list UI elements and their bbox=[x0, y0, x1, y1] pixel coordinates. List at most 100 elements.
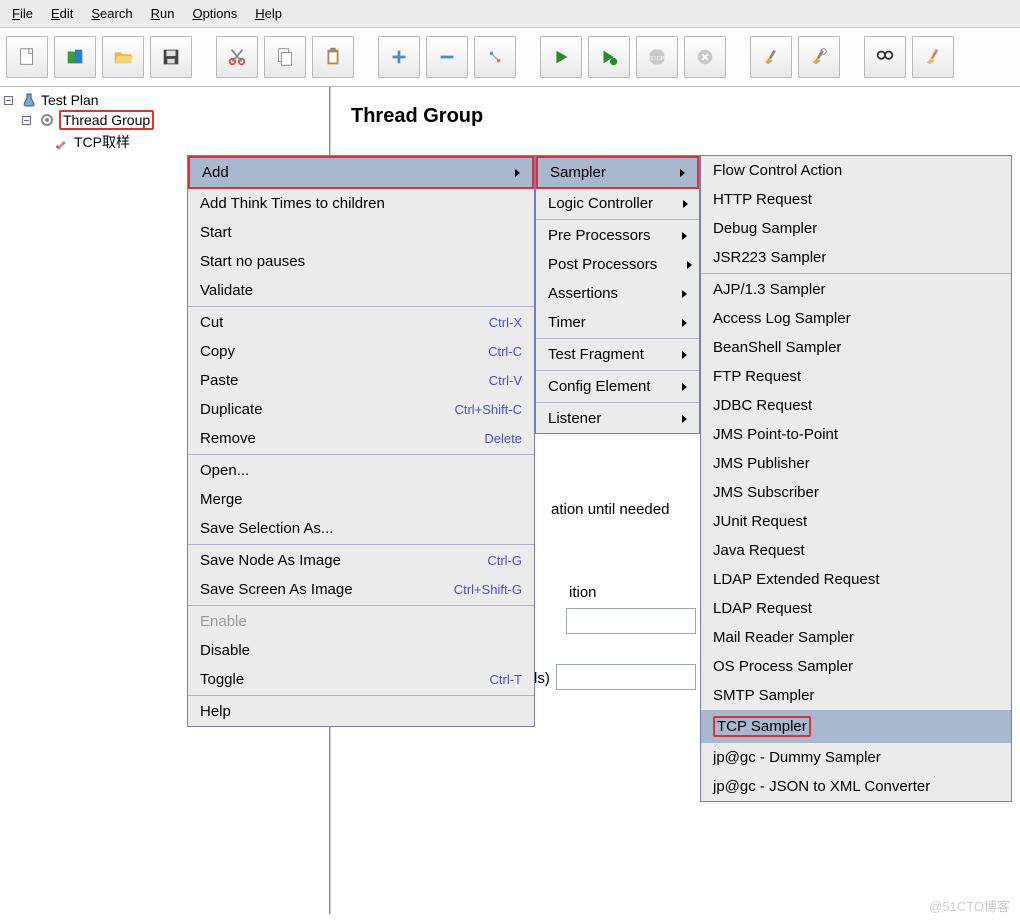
sampler-bean[interactable]: BeanShell Sampler bbox=[701, 333, 1011, 362]
menu-file[interactable]: FFileile bbox=[12, 6, 33, 21]
ctx-add[interactable]: Add bbox=[188, 156, 534, 189]
ctx-copy[interactable]: CopyCtrl-C bbox=[188, 337, 534, 366]
sampler-jmspub[interactable]: JMS Publisher bbox=[701, 449, 1011, 478]
run-button[interactable] bbox=[540, 36, 582, 78]
ctx-help[interactable]: Help bbox=[188, 697, 534, 726]
tree-tcp-label: TCP取样 bbox=[74, 132, 130, 152]
sub-sampler[interactable]: Sampler bbox=[536, 156, 699, 189]
sampler-jmssub[interactable]: JMS Subscriber bbox=[701, 478, 1011, 507]
input-field[interactable] bbox=[566, 608, 696, 634]
ctx-merge[interactable]: Merge bbox=[188, 485, 534, 514]
ctx-savesel[interactable]: Save Selection As... bbox=[188, 514, 534, 543]
sub-listener[interactable]: Listener bbox=[536, 404, 699, 433]
watermark: @51CTO博客 bbox=[929, 896, 1010, 915]
sampler-smtp[interactable]: SMTP Sampler bbox=[701, 681, 1011, 710]
menu-options[interactable]: Options bbox=[192, 6, 237, 21]
sampler-ajp[interactable]: AJP/1.3 Sampler bbox=[701, 275, 1011, 304]
sampler-junit[interactable]: JUnit Request bbox=[701, 507, 1011, 536]
paste-button[interactable] bbox=[312, 36, 354, 78]
sampler-os[interactable]: OS Process Sampler bbox=[701, 652, 1011, 681]
arrow-icon bbox=[682, 319, 687, 327]
cut-button[interactable] bbox=[216, 36, 258, 78]
sampler-acc[interactable]: Access Log Sampler bbox=[701, 304, 1011, 333]
collapse-button[interactable] bbox=[426, 36, 468, 78]
sampler-json[interactable]: jp@gc - JSON to XML Converter bbox=[701, 772, 1011, 801]
ctx-start[interactable]: Start bbox=[188, 218, 534, 247]
sampler-tcp[interactable]: TCP Sampler bbox=[701, 710, 1011, 743]
toggle-icon[interactable] bbox=[4, 96, 13, 105]
arrow-icon bbox=[680, 169, 685, 177]
search-button[interactable] bbox=[864, 36, 906, 78]
ctx-cut[interactable]: CutCtrl-X bbox=[188, 308, 534, 337]
sampler-jmspp[interactable]: JMS Point-to-Point bbox=[701, 420, 1011, 449]
menu-search[interactable]: Search bbox=[91, 6, 132, 21]
sampler-ldap[interactable]: LDAP Request bbox=[701, 594, 1011, 623]
tree-thread-group[interactable]: Thread Group bbox=[4, 109, 325, 131]
menubar: FFileile Edit Search Run Options Help bbox=[0, 0, 1020, 28]
arrow-icon bbox=[682, 383, 687, 391]
sub-assert[interactable]: Assertions bbox=[536, 279, 699, 308]
tree-thread-group-label: Thread Group bbox=[59, 110, 154, 130]
sampler-http[interactable]: HTTP Request bbox=[701, 185, 1011, 214]
sampler-jdbc[interactable]: JDBC Request bbox=[701, 391, 1011, 420]
sub-config[interactable]: Config Element bbox=[536, 372, 699, 401]
ctx-enable: Enable bbox=[188, 607, 534, 636]
copy-button[interactable] bbox=[264, 36, 306, 78]
ctx-start-np[interactable]: Start no pauses bbox=[188, 247, 534, 276]
submenu-add: Sampler Logic Controller Pre Processors … bbox=[535, 155, 700, 434]
ctx-paste[interactable]: PasteCtrl-V bbox=[188, 366, 534, 395]
toggle-icon[interactable] bbox=[22, 116, 31, 125]
menu-help[interactable]: Help bbox=[255, 6, 282, 21]
ctx-think[interactable]: Add Think Times to children bbox=[188, 189, 534, 218]
sampler-icon bbox=[54, 134, 70, 150]
menu-edit[interactable]: Edit bbox=[51, 6, 73, 21]
bg-text: ition bbox=[569, 584, 597, 601]
tree-tcp-sampler[interactable]: TCP取样 bbox=[4, 131, 325, 153]
sampler-java[interactable]: Java Request bbox=[701, 536, 1011, 565]
stop-button[interactable]: STOP bbox=[636, 36, 678, 78]
ctx-validate[interactable]: Validate bbox=[188, 276, 534, 305]
run-notimers-button[interactable] bbox=[588, 36, 630, 78]
sub-pre[interactable]: Pre Processors bbox=[536, 221, 699, 250]
bg-text: ation until needed bbox=[551, 501, 669, 518]
shutdown-button[interactable] bbox=[684, 36, 726, 78]
new-button[interactable] bbox=[6, 36, 48, 78]
sampler-jsr[interactable]: JSR223 Sampler bbox=[701, 243, 1011, 272]
ctx-savenode[interactable]: Save Node As ImageCtrl-G bbox=[188, 546, 534, 575]
arrow-icon bbox=[682, 415, 687, 423]
reset-search-button[interactable] bbox=[912, 36, 954, 78]
save-button[interactable] bbox=[150, 36, 192, 78]
sampler-mail[interactable]: Mail Reader Sampler bbox=[701, 623, 1011, 652]
arrow-icon bbox=[683, 200, 688, 208]
clear-all-button[interactable] bbox=[798, 36, 840, 78]
sampler-ldapex[interactable]: LDAP Extended Request bbox=[701, 565, 1011, 594]
expand-button[interactable] bbox=[378, 36, 420, 78]
tree-root[interactable]: Test Plan bbox=[4, 91, 325, 109]
ctx-remove[interactable]: RemoveDelete bbox=[188, 424, 534, 453]
sub-frag[interactable]: Test Fragment bbox=[536, 340, 699, 369]
tree-root-label: Test Plan bbox=[41, 92, 99, 108]
ctx-toggle[interactable]: ToggleCtrl-T bbox=[188, 665, 534, 694]
arrow-icon bbox=[515, 169, 520, 177]
open-button[interactable] bbox=[102, 36, 144, 78]
sub-logic[interactable]: Logic Controller bbox=[536, 189, 699, 218]
menu-run[interactable]: Run bbox=[151, 6, 175, 21]
templates-button[interactable] bbox=[54, 36, 96, 78]
sub-post[interactable]: Post Processors bbox=[536, 250, 699, 279]
arrow-icon bbox=[682, 232, 687, 240]
ctx-savescr[interactable]: Save Screen As ImageCtrl+Shift-G bbox=[188, 575, 534, 604]
input-field[interactable] bbox=[556, 664, 696, 690]
clear-button[interactable] bbox=[750, 36, 792, 78]
sub-timer[interactable]: Timer bbox=[536, 308, 699, 337]
sampler-debug[interactable]: Debug Sampler bbox=[701, 214, 1011, 243]
ctx-open[interactable]: Open... bbox=[188, 456, 534, 485]
threadgroup-icon bbox=[39, 112, 55, 128]
toolbar: STOP bbox=[0, 28, 1020, 87]
arrow-icon bbox=[687, 261, 692, 269]
toggle-button[interactable] bbox=[474, 36, 516, 78]
sampler-flow[interactable]: Flow Control Action bbox=[701, 156, 1011, 185]
ctx-duplicate[interactable]: DuplicateCtrl+Shift-C bbox=[188, 395, 534, 424]
ctx-disable[interactable]: Disable bbox=[188, 636, 534, 665]
sampler-ftp[interactable]: FTP Request bbox=[701, 362, 1011, 391]
sampler-dummy[interactable]: jp@gc - Dummy Sampler bbox=[701, 743, 1011, 772]
